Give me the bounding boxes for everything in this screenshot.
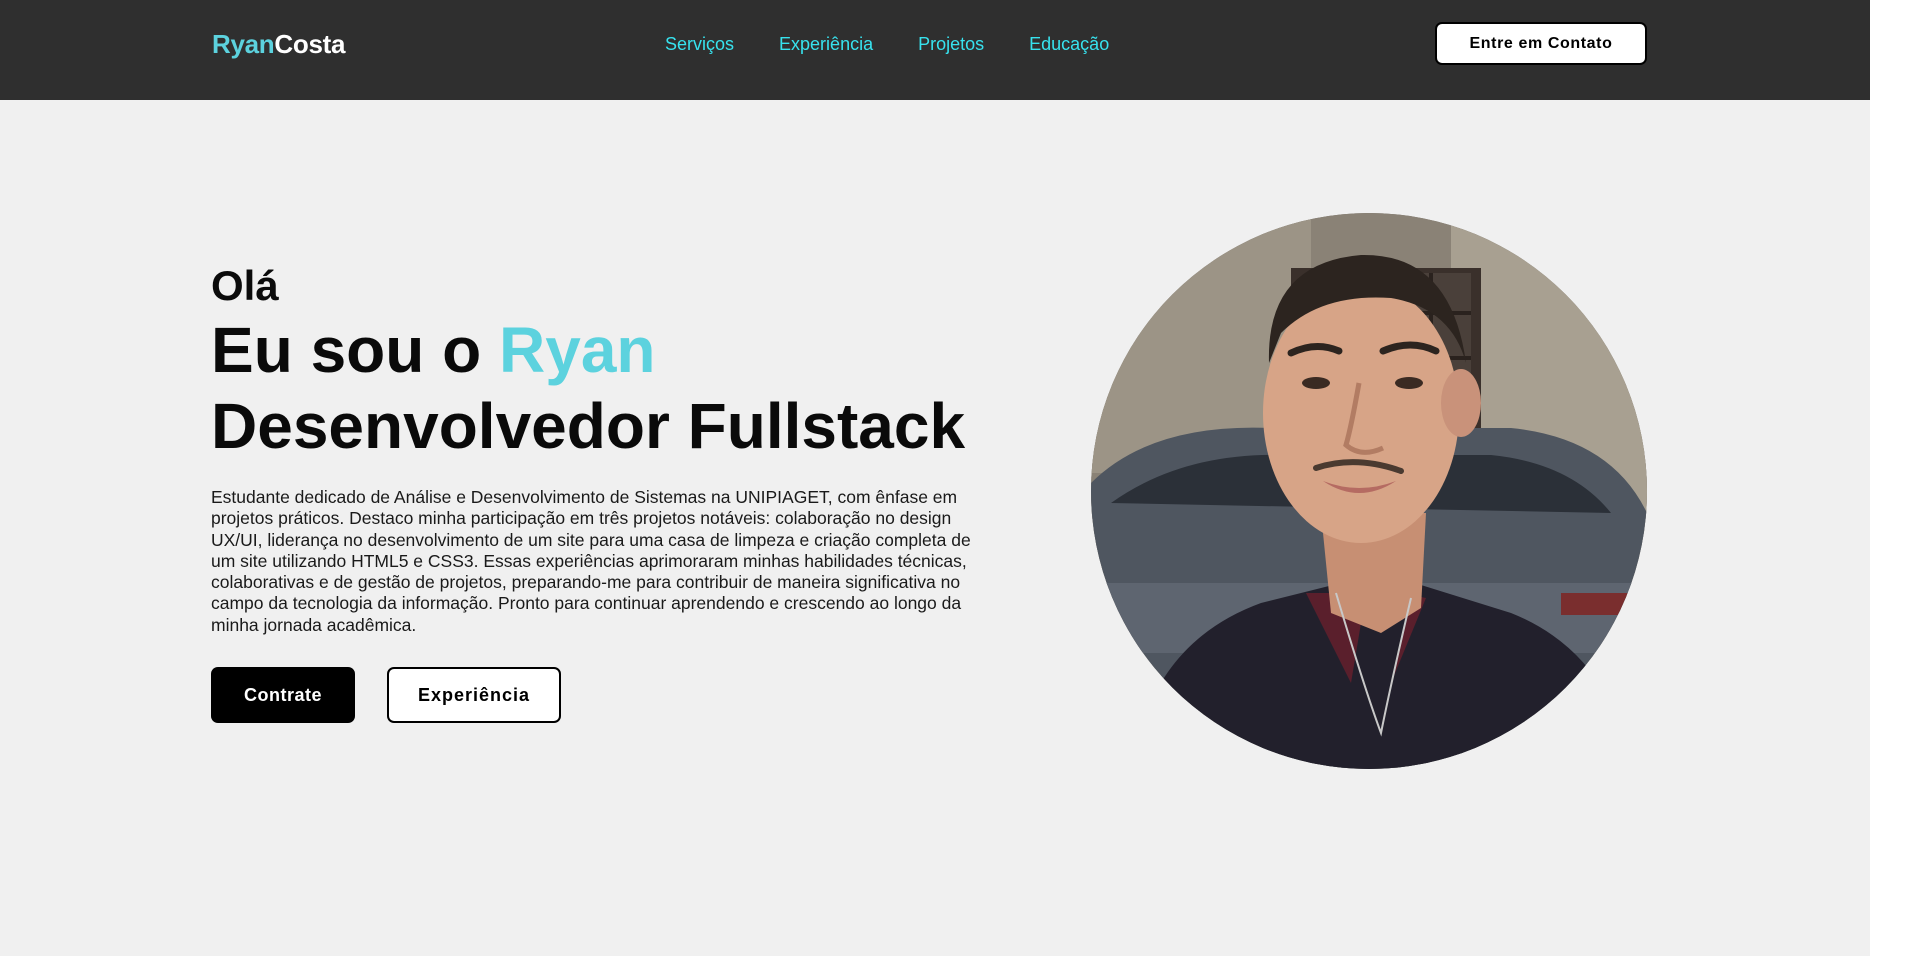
logo[interactable]: RyanCosta [212, 29, 345, 60]
profile-photo [1091, 213, 1647, 769]
contact-button[interactable]: Entre em Contato [1435, 22, 1647, 65]
intro-prefix: Eu sou o [211, 314, 499, 386]
main-nav: Serviços Experiência Projetos Educação [665, 34, 1154, 55]
profile-photo-illustration [1091, 213, 1647, 769]
logo-last-name: Costa [274, 29, 346, 59]
nav-link-servicos[interactable]: Serviços [665, 34, 734, 55]
site-header: RyanCosta Serviços Experiência Projetos … [0, 0, 1870, 100]
nav-link-projetos[interactable]: Projetos [918, 34, 984, 55]
nav-link-educacao[interactable]: Educação [1029, 34, 1109, 55]
page: RyanCosta Serviços Experiência Projetos … [0, 0, 1870, 956]
hero-name: Ryan [499, 314, 656, 386]
experience-button[interactable]: Experiência [387, 667, 561, 723]
nav-link-experiencia[interactable]: Experiência [779, 34, 873, 55]
hero-headline: Eu sou o Ryan Desenvolvedor Fullstack [211, 312, 965, 464]
hero-role: Desenvolvedor Fullstack [211, 390, 966, 462]
logo-first-name: Ryan [212, 29, 275, 59]
hire-button[interactable]: Contrate [211, 667, 355, 723]
hero-bio: Estudante dedicado de Análise e Desenvol… [211, 487, 971, 635]
greeting: Olá [211, 262, 279, 309]
